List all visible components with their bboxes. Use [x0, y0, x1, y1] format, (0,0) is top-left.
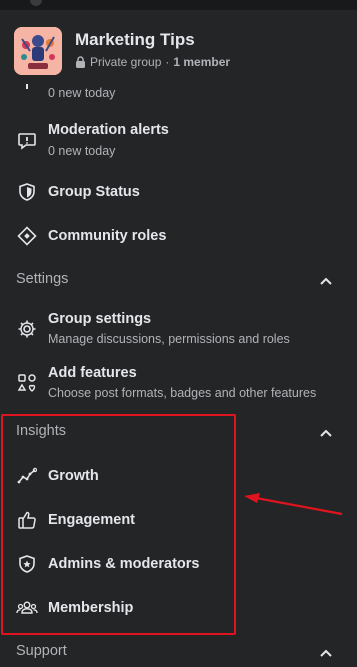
chevron-up-icon[interactable]: [319, 646, 333, 660]
shapes-icon: [16, 372, 38, 394]
annotation-highlight-box: [1, 414, 236, 635]
gear-icon: [16, 318, 38, 340]
menu-item-sub: 0 new today: [48, 144, 116, 158]
menu-item-sub: Choose post formats, badges and other fe…: [48, 386, 317, 400]
menu-item-title: Group settings: [48, 311, 152, 327]
lock-icon: [75, 56, 86, 68]
alert-bubble-icon: [16, 130, 38, 152]
member-count[interactable]: 1 member: [173, 55, 230, 69]
menu-item-add-features[interactable]: Add features Choose post formats, badges…: [0, 361, 340, 407]
shield-icon: [16, 181, 38, 203]
meta-separator: ·: [165, 55, 170, 69]
group-name[interactable]: Marketing Tips: [75, 30, 195, 50]
partial-item-sub: 0 new today: [48, 86, 116, 100]
partial-icon: [16, 82, 38, 92]
menu-item-group-settings[interactable]: Group settings Manage discussions, permi…: [0, 307, 340, 353]
menu-item-title: Community roles: [48, 228, 167, 244]
menu-item-title: Moderation alerts: [48, 122, 169, 138]
chevron-up-icon[interactable]: [319, 426, 333, 440]
menu-item-moderation-alerts[interactable]: Moderation alerts 0 new today: [0, 119, 340, 165]
menu-item-group-status[interactable]: Group Status: [0, 170, 340, 214]
privacy-label: Private group: [90, 55, 162, 69]
menu-item-title: Add features: [48, 365, 137, 381]
top-bar: [0, 0, 357, 10]
partial-icon: [30, 0, 42, 6]
section-header-support: Support: [16, 643, 67, 659]
section-header-settings: Settings: [16, 271, 69, 287]
diamond-icon: [16, 225, 38, 247]
chevron-up-icon[interactable]: [319, 274, 333, 288]
annotation-arrow: [244, 493, 343, 516]
menu-item-title: Group Status: [48, 184, 140, 200]
group-avatar[interactable]: [14, 27, 62, 75]
group-meta: Private group · 1 member: [75, 55, 230, 69]
menu-item-community-roles[interactable]: Community roles: [0, 214, 340, 258]
partial-menu-item[interactable]: 0 new today: [0, 84, 340, 104]
menu-item-sub: Manage discussions, permissions and role…: [48, 332, 290, 346]
group-header[interactable]: Marketing Tips Private group · 1 member: [0, 10, 357, 90]
